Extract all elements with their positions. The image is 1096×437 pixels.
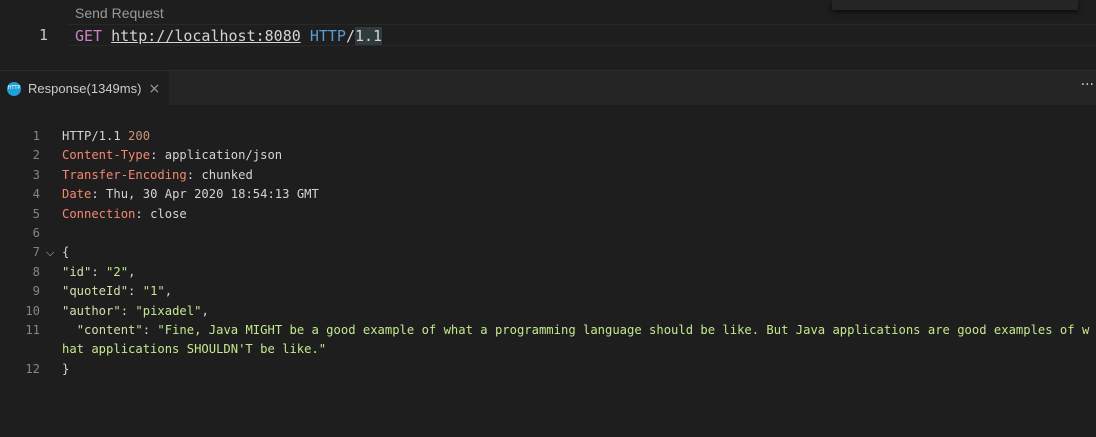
request-protocol-slash: / [345, 27, 355, 45]
header-value: chunked [201, 167, 253, 182]
line-number: 2 [32, 148, 40, 163]
response-line: 4 Date: Thu, 30 Apr 2020 18:54:13 GMT [0, 185, 1096, 204]
tab-response[interactable]: HTTP Response(1349ms) × [0, 71, 169, 106]
status-code: 200 [128, 129, 151, 143]
header-name: Transfer-Encoding [62, 167, 187, 182]
response-line: 9 "quoteId": "1", [0, 282, 1096, 301]
response-line: 5 Connection: close [0, 205, 1096, 224]
response-line: 8 "id": "2", [0, 263, 1096, 282]
response-line: 6 [0, 224, 1096, 243]
line-number: 1 [38, 26, 48, 44]
request-line[interactable]: GET http://localhost:8080 HTTP/1.1 [75, 26, 383, 46]
header-value: Thu, 30 Apr 2020 18:54:13 GMT [106, 187, 319, 202]
json-value: "2" [106, 264, 129, 279]
json-value: "Fine, Java MIGHT be a good example of w… [62, 322, 1090, 357]
line-number: 7 [32, 245, 40, 260]
line-number: 1 [32, 129, 40, 143]
line-number: 5 [32, 206, 40, 221]
line-number: 4 [32, 187, 40, 202]
json-key: "author" [62, 303, 121, 318]
response-viewer[interactable]: 1 HTTP/1.1 200 2 Content-Type: applicati… [0, 127, 1096, 379]
line-number: 11 [25, 322, 40, 337]
request-editor[interactable]: Send Request 1 GET http://localhost:8080… [0, 0, 1096, 70]
send-request-codelens[interactable]: Send Request [75, 5, 164, 21]
open-brace: { [62, 245, 70, 260]
find-widget [832, 0, 1078, 10]
header-name: Connection [62, 206, 136, 221]
response-line: 3 Transfer-Encoding: chunked [0, 166, 1096, 185]
request-version: 1.1 [354, 27, 383, 45]
header-value: application/json [164, 148, 283, 163]
response-line: 1 HTTP/1.1 200 [0, 127, 1096, 146]
response-line: 10 "author": "pixadel", [0, 302, 1096, 321]
json-key: "content" [76, 322, 143, 337]
request-protocol: HTTP [309, 27, 346, 45]
editor-tab-bar: HTTP Response(1349ms) × ··· [0, 70, 1096, 106]
header-value: close [150, 206, 187, 221]
json-key: "quoteId" [62, 284, 129, 299]
json-value: "1" [142, 284, 165, 299]
rest-client-icon: HTTP [7, 81, 21, 96]
close-brace: } [62, 361, 70, 376]
response-line: 2 Content-Type: application/json [0, 146, 1096, 165]
header-name: Content-Type [62, 148, 151, 163]
response-line: 7 ⌵ { [0, 243, 1096, 262]
line-number: 6 [32, 225, 40, 240]
status-protocol: HTTP/1.1 [62, 129, 121, 143]
json-value: "pixadel" [135, 303, 202, 318]
request-method: GET [75, 27, 103, 45]
request-url-link[interactable]: http://localhost:8080 [111, 27, 301, 45]
line-number: 12 [25, 361, 40, 376]
more-actions-icon[interactable]: ··· [1081, 77, 1094, 93]
chevron-down-icon[interactable]: ⌵ [46, 243, 54, 262]
line-number: 3 [32, 167, 40, 182]
close-icon[interactable]: × [148, 81, 160, 97]
line-number: 10 [25, 303, 40, 318]
tab-response-label: Response(1349ms) [28, 81, 142, 96]
response-line: 12 } [0, 360, 1096, 379]
json-key: "id" [62, 264, 92, 279]
response-line: 11 "content": "Fine, Java MIGHT be a goo… [0, 321, 1096, 360]
line-number: 8 [32, 264, 40, 279]
line-number: 9 [32, 284, 40, 299]
header-name: Date [62, 187, 92, 202]
